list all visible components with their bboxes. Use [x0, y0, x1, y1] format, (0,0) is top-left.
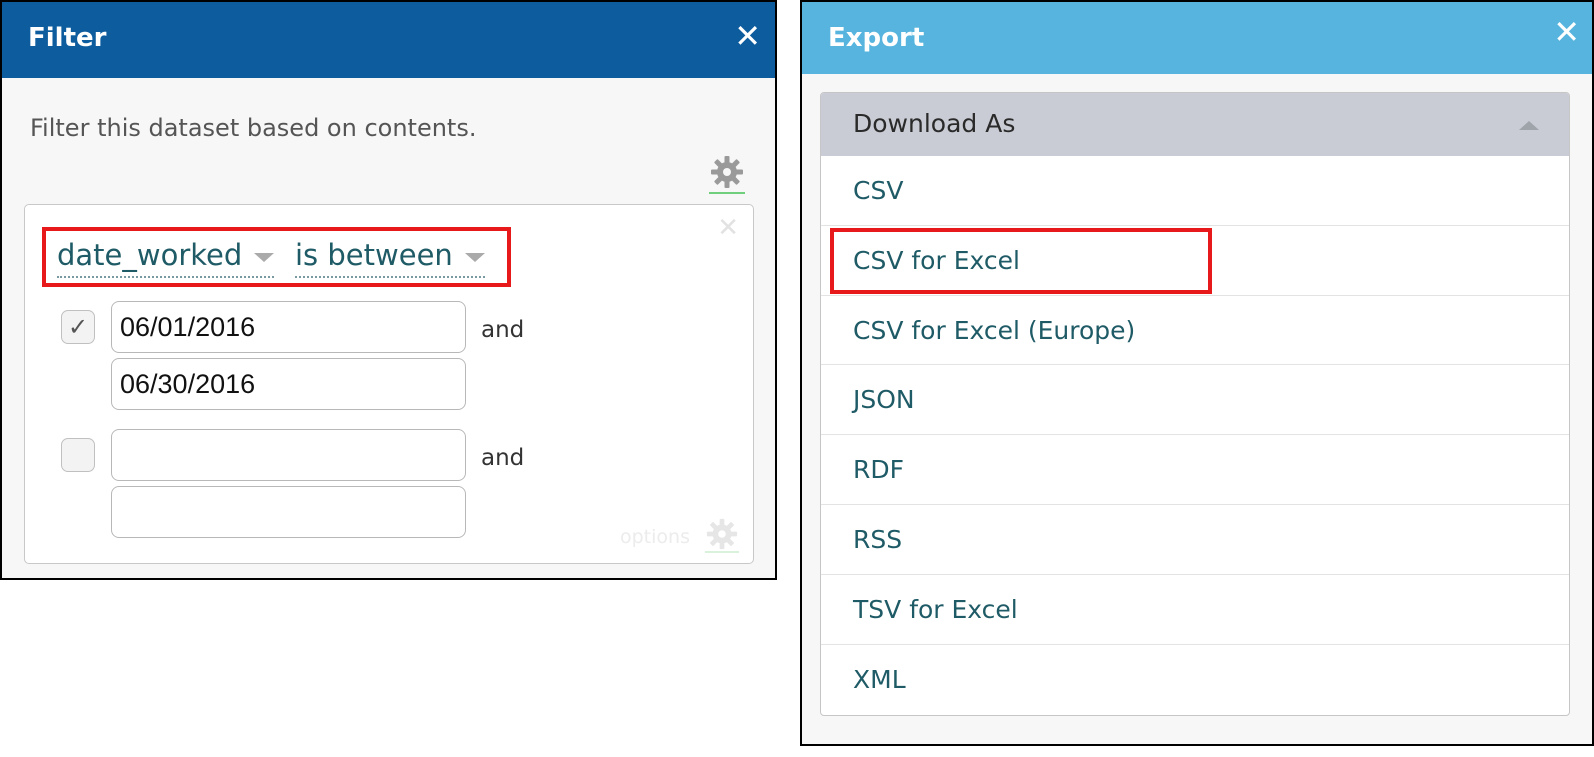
chevron-down-icon [254, 252, 275, 262]
column-picker-label: date_worked [57, 238, 243, 272]
format-option-csv-excel-europe[interactable]: CSV for Excel (Europe) [821, 296, 1569, 366]
and-label: and [481, 317, 525, 343]
export-header: Export ✕ [802, 2, 1592, 74]
filter-header: Filter ✕ [2, 2, 775, 78]
download-as-header[interactable]: Download As [821, 93, 1569, 156]
end-date-input[interactable] [111, 358, 466, 410]
download-as-title: Download As [853, 109, 1016, 138]
export-panel: Export ✕ Download As CSV CSV for Excel C… [800, 0, 1594, 746]
operator-picker-label: is between [295, 238, 453, 272]
filter-panel: Filter ✕ Filter this dataset based on co… [0, 0, 777, 580]
gear-icon[interactable] [709, 154, 745, 194]
operator-picker[interactable]: is between [295, 236, 485, 278]
download-as-menu: Download As CSV CSV for Excel CSV for Ex… [820, 92, 1570, 716]
chevron-down-icon [464, 252, 485, 262]
start-date-input[interactable] [111, 429, 466, 481]
filter-description: Filter this dataset based on contents. [30, 114, 477, 142]
close-icon[interactable]: ✕ [1553, 16, 1580, 48]
format-option-rss[interactable]: RSS [821, 505, 1569, 575]
format-list: CSV CSV for Excel CSV for Excel (Europe)… [821, 156, 1569, 714]
column-picker[interactable]: date_worked [57, 236, 275, 278]
chevron-up-icon [1519, 121, 1539, 130]
format-option-tsv-excel[interactable]: TSV for Excel [821, 575, 1569, 645]
filter-title: Filter [28, 23, 107, 53]
start-date-input[interactable] [111, 301, 466, 353]
format-option-csv-excel[interactable]: CSV for Excel [821, 226, 1569, 296]
filter-condition-card: ✕ date_worked is between ✓ and and optio… [24, 204, 754, 564]
export-title: Export [828, 23, 925, 53]
format-option-rdf[interactable]: RDF [821, 435, 1569, 505]
format-option-xml[interactable]: XML [821, 645, 1569, 715]
format-option-json[interactable]: JSON [821, 365, 1569, 436]
options-link[interactable]: options [620, 526, 690, 548]
gear-icon[interactable] [705, 517, 739, 553]
close-icon[interactable]: ✕ [734, 20, 761, 52]
condition-checkbox[interactable]: ✓ [61, 310, 95, 344]
and-label: and [481, 445, 525, 471]
condition-checkbox[interactable] [61, 438, 95, 472]
format-option-csv[interactable]: CSV [821, 156, 1569, 226]
remove-condition-icon[interactable]: ✕ [717, 213, 739, 243]
end-date-input[interactable] [111, 486, 466, 538]
